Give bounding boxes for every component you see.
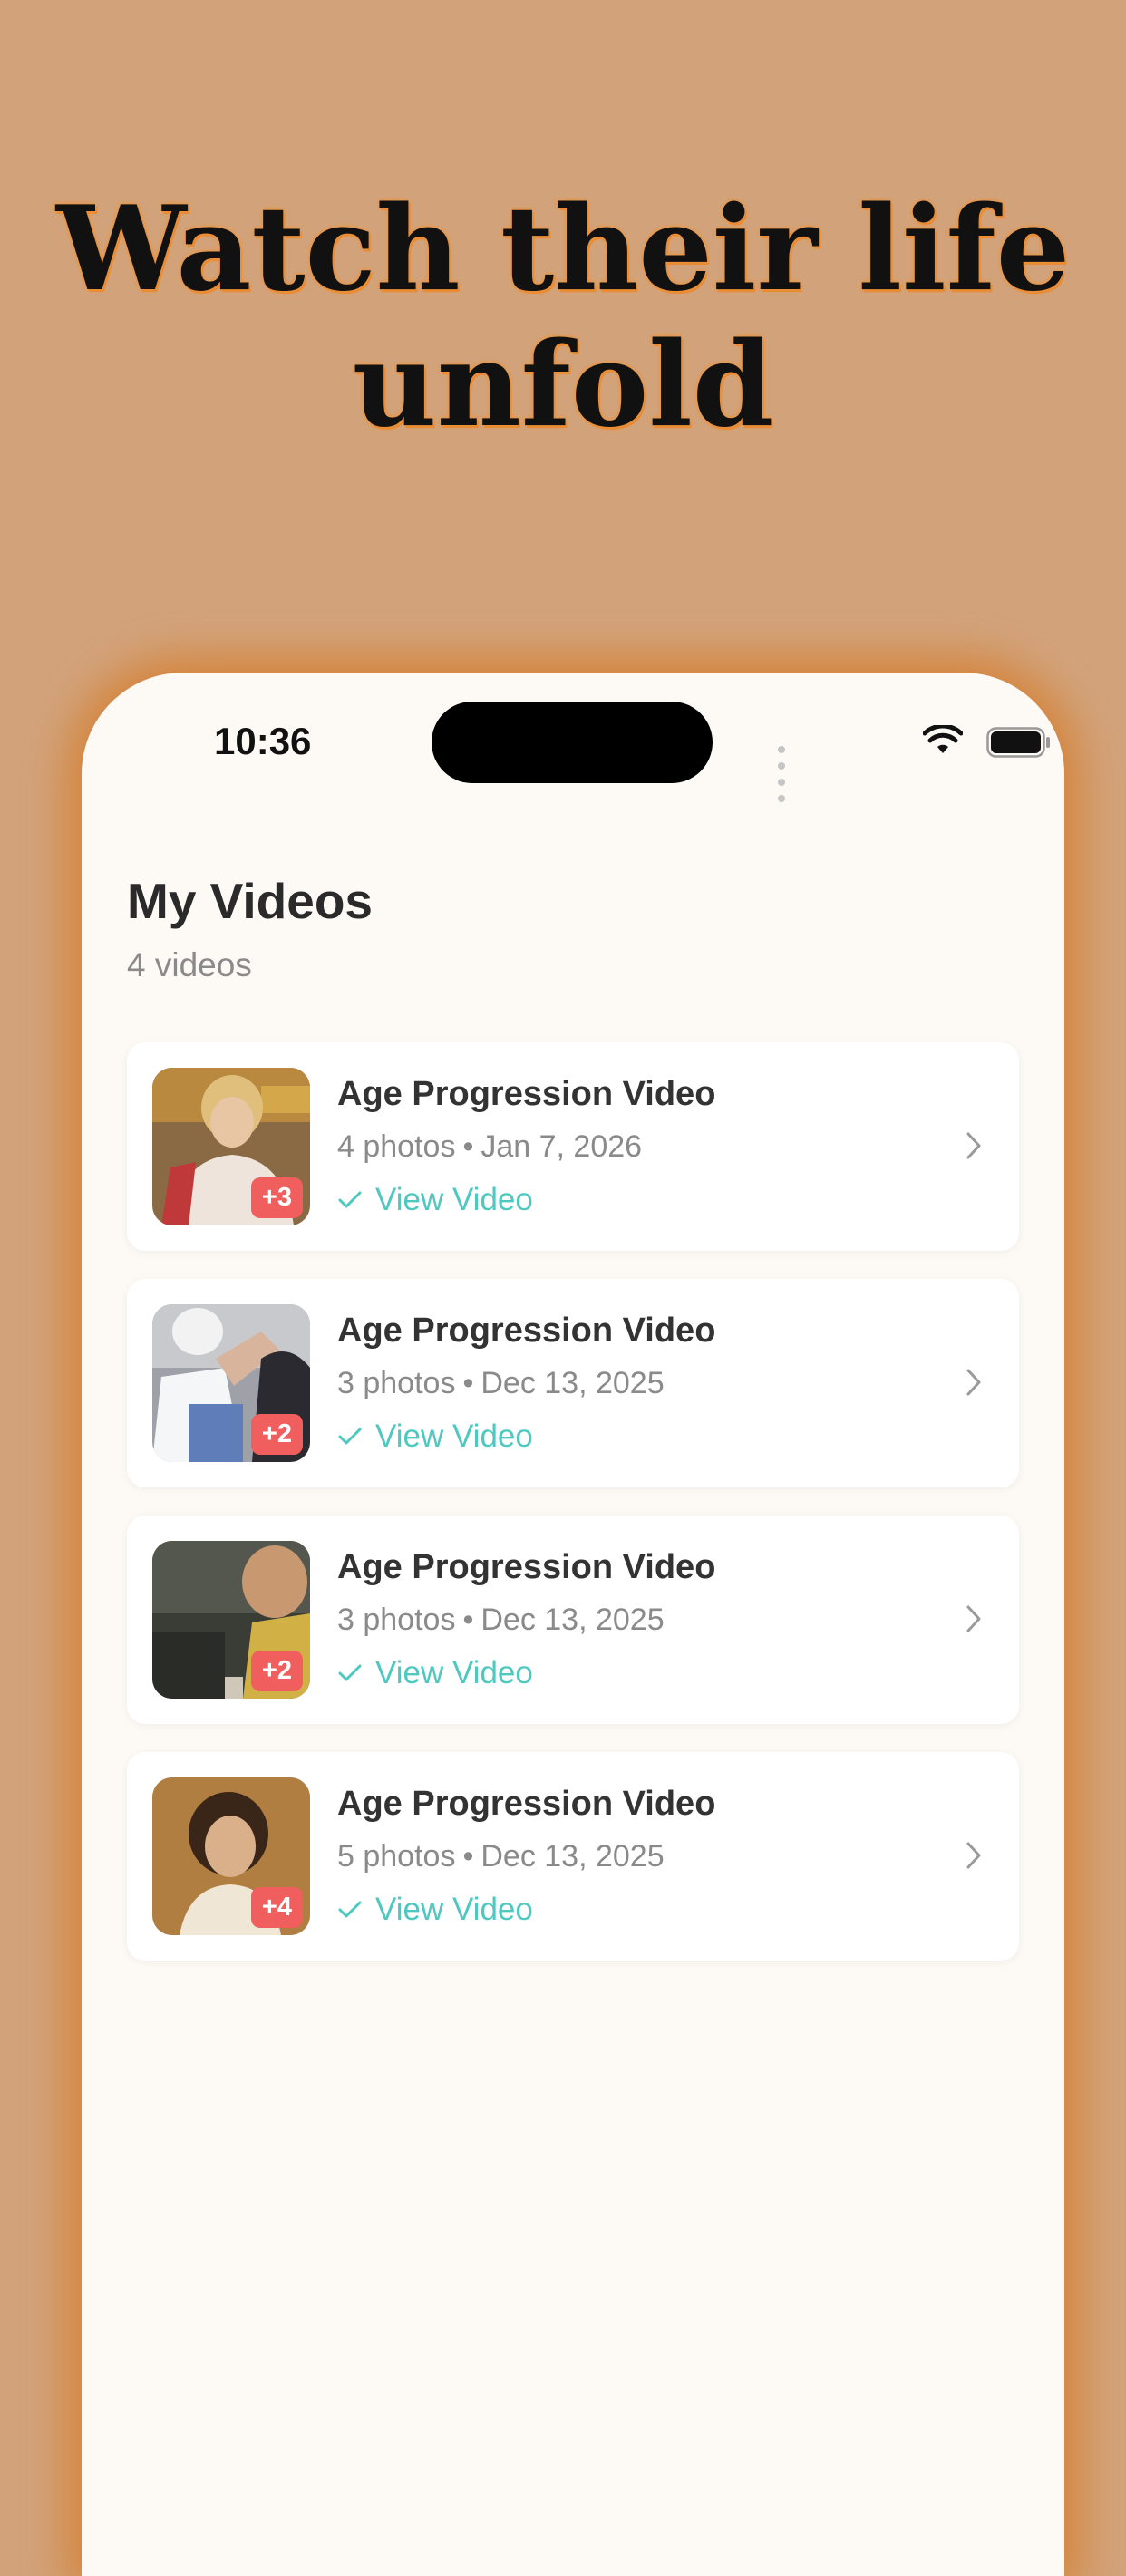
video-card[interactable]: +2 Age Progression Video 3 photos • Dec 13…	[127, 1516, 1019, 1724]
photo-count: 3 photos	[337, 1366, 456, 1400]
dynamic-island	[432, 702, 713, 783]
video-thumbnail: +3	[152, 1068, 310, 1225]
video-card[interactable]: +2 Age Progression Video 3 photos • Dec 13…	[127, 1279, 1019, 1487]
wifi-icon	[923, 725, 963, 753]
video-thumbnail: +2	[152, 1541, 310, 1699]
headline-line-2: unfold	[352, 317, 774, 453]
video-date: Dec 13, 2025	[480, 1366, 665, 1400]
photo-count-badge: +3	[250, 1177, 303, 1218]
view-video-link[interactable]: View Video	[337, 1892, 533, 1928]
signal-dots-icon	[778, 741, 789, 807]
checkmark-icon	[338, 1664, 362, 1681]
chevron-right-icon	[966, 1842, 981, 1869]
video-thumbnail: +4	[152, 1777, 310, 1935]
meta-separator: •	[462, 1839, 474, 1874]
battery-icon	[986, 727, 1050, 758]
photo-count: 3 photos	[337, 1603, 456, 1637]
video-title: Age Progression Video	[337, 1548, 716, 1586]
video-count: 4 videos	[127, 946, 252, 983]
video-list: +3 Age Progression Video 4 photos • Jan 7,…	[127, 1042, 1019, 1989]
checkmark-icon	[338, 1901, 362, 1918]
photo-count-badge: +2	[250, 1651, 303, 1691]
video-title: Age Progression Video	[337, 1785, 716, 1823]
photo-count-badge: +2	[250, 1414, 303, 1455]
video-meta: 3 photos • Dec 13, 2025	[337, 1603, 665, 1638]
video-date: Jan 7, 2026	[480, 1129, 643, 1164]
video-meta: 4 photos • Jan 7, 2026	[337, 1129, 642, 1165]
video-thumbnail: +2	[152, 1304, 310, 1462]
photo-count-badge: +4	[250, 1887, 303, 1928]
video-title: Age Progression Video	[337, 1075, 716, 1113]
headline-line-1: Watch their life	[55, 181, 1071, 317]
view-video-label: View Video	[375, 1419, 533, 1454]
chevron-right-icon	[966, 1132, 981, 1159]
photo-count: 4 photos	[337, 1129, 456, 1164]
status-time: 10:36	[214, 720, 312, 762]
chevron-right-icon	[966, 1369, 981, 1396]
video-card[interactable]: +3 Age Progression Video 4 photos • Jan 7,…	[127, 1042, 1019, 1251]
meta-separator: •	[462, 1603, 474, 1637]
view-video-label: View Video	[375, 1182, 533, 1217]
video-meta: 5 photos • Dec 13, 2025	[337, 1839, 665, 1874]
promo-headline: Watch their life unfold	[0, 181, 1126, 453]
view-video-link[interactable]: View Video	[337, 1182, 533, 1218]
meta-separator: •	[462, 1366, 474, 1400]
view-video-label: View Video	[375, 1655, 533, 1690]
video-meta: 3 photos • Dec 13, 2025	[337, 1366, 665, 1401]
video-date: Dec 13, 2025	[480, 1839, 665, 1874]
checkmark-icon	[338, 1191, 362, 1208]
video-date: Dec 13, 2025	[480, 1603, 665, 1637]
checkmark-icon	[338, 1428, 362, 1445]
photo-count: 5 photos	[337, 1839, 456, 1874]
chevron-right-icon	[966, 1605, 981, 1632]
phone-screen: 10:36 My Videos 4 videos +3 Age Progress…	[82, 673, 1064, 2576]
video-card[interactable]: +4 Age Progression Video 5 photos • Dec 13…	[127, 1752, 1019, 1961]
view-video-label: View Video	[375, 1892, 533, 1927]
view-video-link[interactable]: View Video	[337, 1419, 533, 1455]
page-title: My Videos	[127, 873, 374, 929]
meta-separator: •	[462, 1129, 474, 1164]
video-title: Age Progression Video	[337, 1312, 716, 1350]
view-video-link[interactable]: View Video	[337, 1655, 533, 1691]
